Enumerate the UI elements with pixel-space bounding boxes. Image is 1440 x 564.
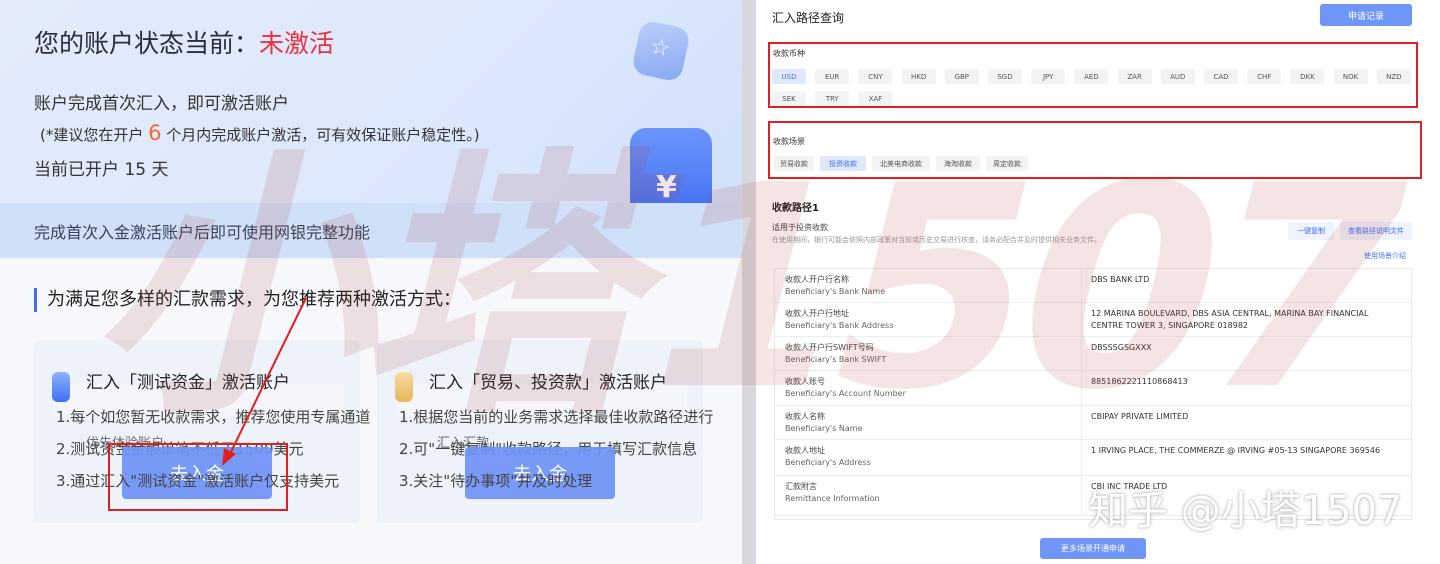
table-row: 收款人开户行地址 Beneficiary's Bank Address 12 MAR… (775, 303, 1411, 337)
annotation-arrow (222, 297, 307, 466)
field-label-cn: 收款人账号 (785, 377, 825, 386)
path-note: 在使用期间，银行可能会依照内部政策对当前或历史交易进行核查，请务必配合并及时提供… (772, 236, 1101, 244)
table-row: 收款人名称 Beneficiary's Name CBIPAY PRIVATE LI… (775, 406, 1411, 440)
field-label-cn: 汇款附言 (785, 482, 817, 491)
field-label: 收款人名称 Beneficiary's Name (785, 411, 1085, 435)
table-row: 收款人地址 Beneficiary's Address 1 IRVING PLACE… (775, 440, 1411, 476)
field-label-en: Beneficiary's Account Number (785, 389, 906, 398)
remittance-path-panel: 汇入路径查询 申请记录 收款币种 USD EUR CNY HKD GBP SGD JPY AE… (756, 0, 1440, 564)
currency-chip-sgd[interactable]: SGD (988, 69, 1022, 84)
table-row: 收款人开户行SWIFT号码 Beneficiary's Bank SWIFT DBS… (775, 337, 1411, 371)
field-value: 12 MARINA BOULEVARD, DBS ASIA CENTRAL, M… (1091, 309, 1369, 330)
path-subtitle: 适用于投资收款 (772, 223, 828, 232)
currency-chip-usd[interactable]: USD (772, 69, 806, 84)
field-value: DBSSSGSGXXX (1091, 343, 1152, 352)
table-row: 收款人账号 Beneficiary's Account Number 8851862… (775, 371, 1411, 406)
value-cell-border (1081, 476, 1082, 515)
currency-chip-cny[interactable]: CNY (858, 69, 893, 84)
currency-chip-nzd[interactable]: NZD (1376, 69, 1411, 84)
field-label: 收款人地址 Beneficiary's Address (785, 445, 1085, 469)
field-value: DBS BANK LTD (1091, 275, 1150, 284)
field-label-cn: 收款人地址 (785, 446, 825, 455)
path-doc-button[interactable]: 查看路径说明文件 (1340, 222, 1412, 240)
currency-chip-cad[interactable]: CAD (1204, 69, 1238, 84)
screenshot-root: ☆ ¥ 您的账户状态当前：未激活 账户完成首次汇入，即可激活账户 (*建议您在开… (0, 0, 1440, 564)
currency-chip-gbp[interactable]: GBP (944, 69, 979, 84)
value-cell-border (1081, 303, 1082, 336)
table-row: 汇款附言 Remittance Information CBI INC TRADE … (775, 476, 1411, 516)
value-cell-border (1081, 406, 1082, 439)
scene-chip[interactable]: 北美电商收款 (872, 156, 930, 171)
field-label-en: Beneficiary's Address (785, 458, 871, 467)
table-row: 收款人开户行名称 Beneficiary's Bank Name DBS BANK … (775, 269, 1411, 303)
panel-divider (742, 0, 756, 564)
field-value: CBI INC TRADE LTD (1091, 482, 1168, 491)
field-label: 汇款附言 Remittance Information (785, 481, 1085, 505)
currency-chip-chf[interactable]: CHF (1247, 69, 1282, 84)
scene-chip[interactable]: 投资收款 (820, 156, 866, 171)
currency-chip-jpy[interactable]: JPY (1031, 69, 1066, 84)
account-activation-panel: ☆ ¥ 您的账户状态当前：未激活 账户完成首次汇入，即可激活账户 (*建议您在开… (0, 0, 742, 564)
field-label-cn: 收款人开户行名称 (785, 275, 849, 284)
currency-chip-eur[interactable]: EUR (815, 69, 850, 84)
currency-chip-aud[interactable]: AUD (1160, 69, 1195, 84)
field-value: CBIPAY PRIVATE LIMITED (1091, 412, 1189, 421)
field-label-en: Beneficiary's Bank Name (785, 287, 886, 296)
value-cell-border (1081, 371, 1082, 405)
beneficiary-info-table: 收款人开户行名称 Beneficiary's Bank Name DBS BANK … (774, 268, 1412, 520)
scene-chip[interactable]: 海淘收款 (936, 156, 980, 171)
copy-button[interactable]: 一键复制 (1288, 222, 1334, 240)
value-cell-border (1081, 269, 1082, 302)
currency-chip-hkd[interactable]: HKD (901, 69, 936, 84)
field-label-en: Beneficiary's Name (785, 424, 863, 433)
field-label-cn: 收款人开户行SWIFT号码 (785, 343, 874, 352)
field-label-cn: 收款人开户行地址 (785, 309, 849, 318)
field-label: 收款人开户行SWIFT号码 Beneficiary's Bank SWIFT (785, 342, 1085, 366)
field-value: 1 IRVING PLACE, THE COMMERZE @ IRVING #0… (1091, 446, 1381, 455)
scene-intro-link[interactable]: 使用场景介绍 (1364, 251, 1406, 261)
scene-section-highlight (768, 121, 1422, 179)
currency-chip-try[interactable]: TRY (815, 91, 850, 106)
page-title: 汇入路径查询 (772, 11, 845, 25)
currency-label: 收款币种 (773, 49, 805, 58)
value-cell-border (1081, 337, 1082, 370)
currency-chip-xaf[interactable]: XAF (858, 91, 893, 106)
currency-chip-aed[interactable]: AED (1074, 69, 1109, 84)
field-label-en: Remittance Information (785, 494, 880, 503)
currency-chip-dkk[interactable]: DKK (1290, 69, 1325, 84)
path-title: 收款路径1 (772, 203, 819, 214)
field-label-cn: 收款人名称 (785, 412, 825, 421)
field-label: 收款人开户行地址 Beneficiary's Bank Address (785, 308, 1085, 332)
value-cell-border (1081, 440, 1082, 475)
field-value: 8851862221110868413 (1091, 377, 1188, 386)
field-label-en: Beneficiary's Bank Address (785, 321, 894, 330)
field-label-en: Beneficiary's Bank SWIFT (785, 355, 887, 364)
scene-label: 收款场景 (773, 137, 805, 146)
application-records-button[interactable]: 申请记录 (1320, 4, 1412, 26)
currency-chip-zar[interactable]: ZAR (1117, 69, 1152, 84)
more-scenes-button[interactable]: 更多场景开通申请 (1040, 538, 1146, 559)
currency-chip-nok[interactable]: NOK (1333, 69, 1368, 84)
field-label: 收款人开户行名称 Beneficiary's Bank Name (785, 274, 1085, 298)
scene-chip[interactable]: 周定收款 (986, 156, 1028, 171)
scene-chip[interactable]: 贸易收款 (774, 156, 814, 171)
currency-chip-sek[interactable]: SEK (772, 91, 806, 106)
field-label: 收款人账号 Beneficiary's Account Number (785, 376, 1085, 400)
